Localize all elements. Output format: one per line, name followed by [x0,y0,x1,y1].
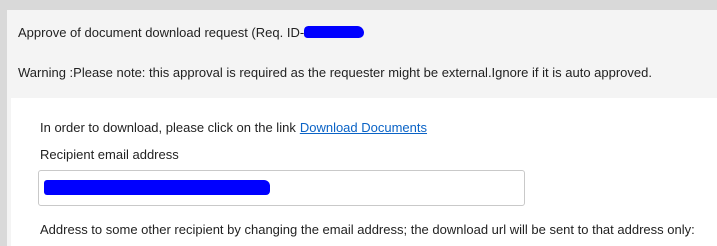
request-title: Approve of document download request (Re… [18,25,365,41]
request-title-text: Approve of document download request (Re… [18,25,305,40]
download-documents-link[interactable]: Download Documents [300,120,427,135]
recipient-email-label: Recipient email address [40,147,179,162]
download-card: In order to download, please click on th… [11,98,717,246]
redacted-request-id [304,26,365,38]
download-instruction-text: In order to download, please click on th… [40,120,296,135]
address-note: Address to some other recipient by chang… [40,222,695,237]
warning-text: Warning :Please note: this approval is r… [18,65,652,80]
recipient-email-field[interactable] [38,170,525,206]
redacted-email [44,180,270,195]
approval-page: Approve of document download request (Re… [7,10,717,246]
download-instruction: In order to download, please click on th… [40,120,427,136]
